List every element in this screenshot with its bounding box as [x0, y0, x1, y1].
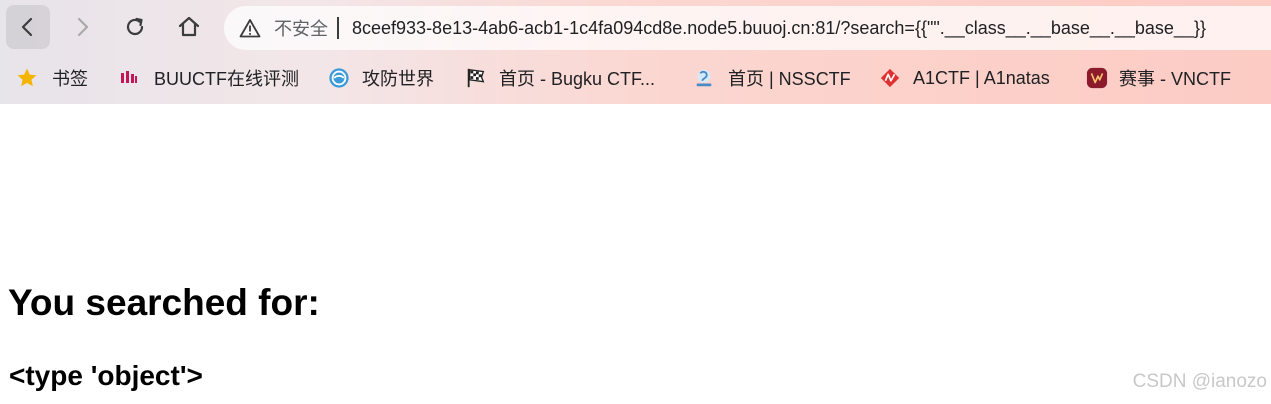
forward-button[interactable]	[60, 5, 104, 49]
bookmark-label: 首页 | NSSCTF	[728, 69, 851, 89]
bookmark-bugku[interactable]: 首页 - Bugku CTF...	[465, 64, 655, 92]
nssctf-icon	[693, 67, 715, 89]
bookmark-label: 赛事 - VNCTF	[1119, 69, 1231, 89]
search-result-text: <type 'object'>	[9, 360, 203, 391]
checkered-flag-icon	[465, 67, 487, 89]
page-heading: You searched for:	[8, 282, 320, 323]
security-status-label[interactable]: 不安全	[274, 15, 328, 41]
globe-icon	[328, 67, 350, 89]
browser-chrome: 不安全 8ceef933-8e13-4ab6-acb1-1c4fa094cd8e…	[0, 0, 1271, 104]
bookmark-label: 首页 - Bugku CTF...	[499, 69, 656, 89]
home-icon	[178, 16, 200, 37]
home-button[interactable]	[167, 5, 211, 49]
bookmark-buuctf[interactable]: BUUCTF在线评测	[118, 64, 299, 92]
bookmark-label: BUUCTF在线评测	[154, 69, 299, 89]
bookmark-label: 攻防世界	[362, 69, 434, 89]
bookmark-vnctf[interactable]: 赛事 - VNCTF	[1086, 64, 1231, 92]
bookmark-a1ctf[interactable]: A1CTF | A1natas	[879, 64, 1050, 92]
bookmarks-bar: 书签 BUUCTF在线评测 攻防世界 首页 - Bugku CTF... 首页 …	[0, 58, 1271, 98]
vnctf-icon	[1086, 67, 1108, 89]
address-bar[interactable]: 不安全 8ceef933-8e13-4ab6-acb1-1c4fa094cd8e…	[224, 6, 1271, 50]
reload-button[interactable]	[113, 5, 157, 49]
arrow-left-icon	[21, 17, 33, 37]
a1ctf-icon	[879, 67, 901, 89]
warning-icon[interactable]	[238, 16, 262, 40]
bookmark-nssctf[interactable]: 首页 | NSSCTF	[693, 64, 851, 92]
browser-toolbar: 不安全 8ceef933-8e13-4ab6-acb1-1c4fa094cd8e…	[0, 0, 1271, 56]
buuctf-icon	[118, 67, 140, 89]
arrow-right-icon	[77, 17, 89, 37]
reload-icon	[126, 17, 144, 36]
star-icon	[16, 67, 38, 89]
bookmark-shujian[interactable]: 书签	[16, 64, 88, 92]
back-button[interactable]	[6, 5, 50, 49]
watermark-text: CSDN @ianozo	[1132, 371, 1267, 392]
bookmark-gongfang[interactable]: 攻防世界	[328, 64, 434, 92]
bookmark-label: 书签	[52, 69, 88, 89]
address-separator	[337, 17, 339, 39]
url-text[interactable]: 8ceef933-8e13-4ab6-acb1-1c4fa094cd8e.nod…	[352, 18, 1206, 39]
bookmark-label: A1CTF | A1natas	[913, 67, 1050, 88]
